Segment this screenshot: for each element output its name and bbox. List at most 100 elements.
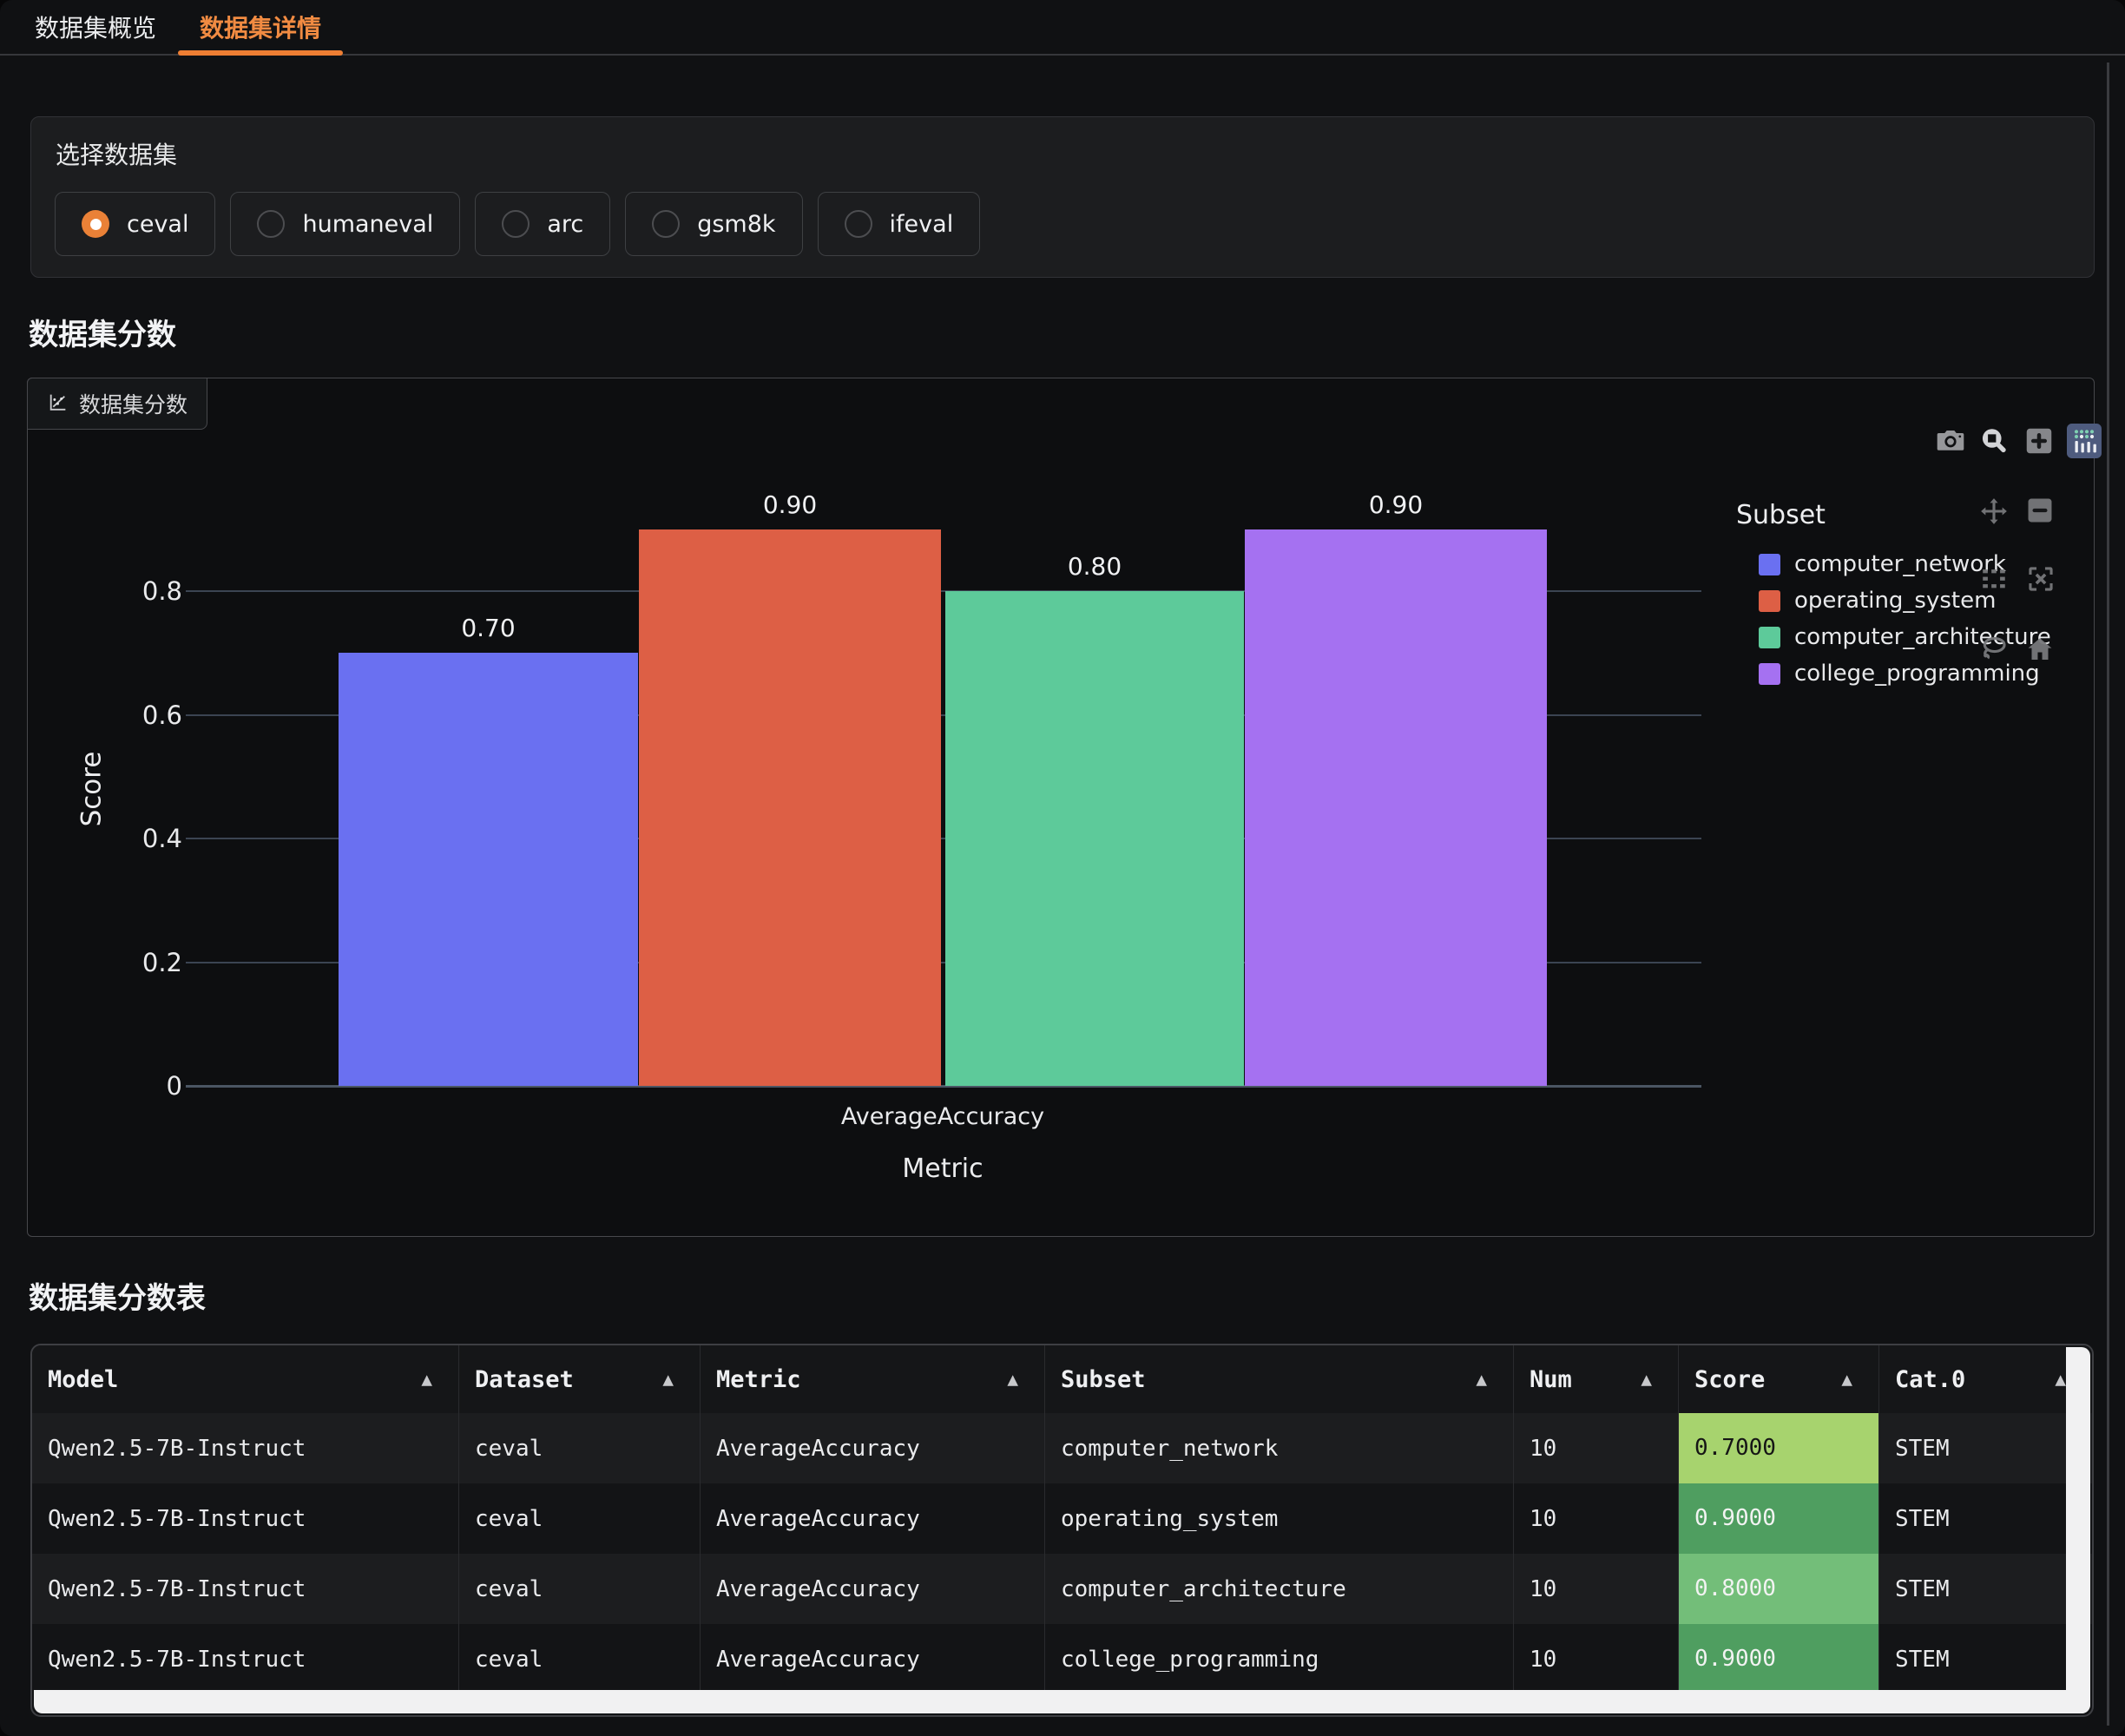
pan-icon[interactable]: [1979, 496, 2009, 526]
column-label: Dataset: [475, 1366, 574, 1393]
dataset-option-arc[interactable]: arc: [475, 192, 610, 256]
column-label: Metric: [716, 1366, 801, 1393]
table-row: Qwen2.5-7B-InstructcevalAverageAccuracyc…: [32, 1554, 2092, 1624]
column-label: Num: [1530, 1366, 1572, 1393]
tab-dataset-overview[interactable]: 数据集概览: [13, 0, 178, 54]
bar-computer_architecture: [945, 591, 1244, 1086]
cell-dataset: ceval: [459, 1554, 701, 1624]
dataframe-icon[interactable]: [2067, 424, 2102, 458]
cell-num: 10: [1514, 1413, 1679, 1483]
bar-college_programming: [1245, 529, 1547, 1086]
y-tick-label: 0.6: [80, 700, 182, 731]
cell-metric: AverageAccuracy: [701, 1483, 1045, 1554]
dataset-option-ceval[interactable]: ceval: [55, 192, 215, 256]
sort-header-score[interactable]: Score▲: [1679, 1345, 1879, 1413]
legend-swatch: [1759, 663, 1780, 685]
box-select-icon[interactable]: [1979, 563, 2009, 593]
bar-value-label: 0.90: [1300, 490, 1491, 519]
chart-widget-tab: 数据集分数: [27, 378, 207, 430]
app-window: 数据集概览数据集详情 选择数据集 cevalhumanevalarcgsm8ki…: [0, 0, 2125, 1736]
legend-swatch: [1759, 627, 1780, 648]
column-label: Cat.0: [1895, 1366, 1965, 1393]
cell-dataset: ceval: [459, 1413, 701, 1483]
sort-ascending-icon: ▲: [1476, 1369, 1487, 1390]
score-table: Model▲Dataset▲Metric▲Subset▲Num▲Score▲Ca…: [30, 1344, 2094, 1717]
radio-icon: [82, 210, 109, 238]
column-label: Model: [48, 1366, 118, 1393]
cell-model: Qwen2.5-7B-Instruct: [32, 1413, 459, 1483]
dataset-option-humaneval[interactable]: humaneval: [230, 192, 460, 256]
dataset-option-label: humaneval: [302, 211, 433, 238]
column-label: Score: [1694, 1366, 1765, 1393]
cell-num: 10: [1514, 1483, 1679, 1554]
cell-score: 0.8000: [1679, 1554, 1879, 1624]
cell-score: 0.9000: [1679, 1624, 1879, 1694]
legend-label: computer_architecture: [1794, 624, 2051, 650]
camera-icon[interactable]: [1935, 425, 1966, 457]
home-icon[interactable]: [2025, 635, 2055, 664]
dataset-option-label: gsm8k: [697, 211, 775, 238]
sort-ascending-icon: ▲: [1641, 1369, 1652, 1390]
scatter-chart-icon: [47, 391, 69, 417]
cell-subset: operating_system: [1045, 1483, 1514, 1554]
dataset-option-gsm8k[interactable]: gsm8k: [625, 192, 802, 256]
cell-score: 0.9000: [1679, 1483, 1879, 1554]
table-vertical-scrollbar[interactable]: [2066, 1347, 2090, 1713]
cell-metric: AverageAccuracy: [701, 1624, 1045, 1694]
column-label: Subset: [1061, 1366, 1146, 1393]
bar-value-label: 0.90: [694, 490, 885, 519]
zoom-out-icon[interactable]: [2025, 496, 2055, 525]
sort-header-num[interactable]: Num ▲: [1514, 1345, 1679, 1413]
cell-metric: AverageAccuracy: [701, 1554, 1045, 1624]
cell-cat0: STEM: [1879, 1413, 2092, 1483]
table-row: Qwen2.5-7B-InstructcevalAverageAccuracyc…: [32, 1413, 2092, 1483]
score-value: 0.9000: [1679, 1624, 1878, 1694]
sort-header-metric[interactable]: Metric▲: [701, 1345, 1045, 1413]
bar-value-label: 0.80: [999, 552, 1190, 581]
chart-widget-label: 数据集分数: [79, 388, 188, 419]
sort-header-model[interactable]: Model▲: [32, 1345, 459, 1413]
legend-swatch: [1759, 590, 1780, 612]
sort-header-cat0[interactable]: Cat.0▲: [1879, 1345, 2092, 1413]
legend-swatch: [1759, 554, 1780, 575]
cell-subset: computer_network: [1045, 1413, 1514, 1483]
table-row: Qwen2.5-7B-InstructcevalAverageAccuracyo…: [32, 1483, 2092, 1554]
dataset-option-label: arc: [547, 211, 583, 238]
score-value: 0.9000: [1679, 1483, 1878, 1554]
table-horizontal-scrollbar[interactable]: [34, 1690, 2090, 1713]
tab-dataset-details[interactable]: 数据集详情: [178, 0, 343, 54]
legend-label: operating_system: [1794, 588, 1996, 614]
zoom-icon[interactable]: [1978, 425, 2010, 457]
page-scrollbar[interactable]: [2107, 62, 2109, 1726]
legend-label: college_programming: [1794, 661, 2040, 687]
sort-ascending-icon: ▲: [662, 1369, 674, 1390]
dataset-options: ceval humaneval arc gsm8k ifeval: [55, 192, 980, 256]
table-header-row: Model▲Dataset▲Metric▲Subset▲Num▲Score▲Ca…: [32, 1345, 2092, 1413]
autoscale-icon[interactable]: [2026, 564, 2056, 594]
y-axis-title: Score: [76, 752, 107, 827]
bar-value-label: 0.70: [393, 614, 584, 642]
bar-operating_system: [639, 529, 941, 1086]
tab-bar: 数据集概览数据集详情: [0, 0, 2125, 56]
score-value: 0.8000: [1679, 1554, 1878, 1624]
radio-icon: [257, 210, 285, 238]
dataset-option-ifeval[interactable]: ifeval: [818, 192, 981, 256]
y-tick-label: 0.2: [80, 947, 182, 978]
cell-model: Qwen2.5-7B-Instruct: [32, 1483, 459, 1554]
sort-header-subset[interactable]: Subset ▲: [1045, 1345, 1514, 1413]
cell-cat0: STEM: [1879, 1554, 2092, 1624]
plus-icon[interactable]: [2023, 425, 2055, 457]
cell-score: 0.7000: [1679, 1413, 1879, 1483]
lasso-icon[interactable]: [1979, 635, 2009, 664]
sort-header-dataset[interactable]: Dataset ▲: [459, 1345, 701, 1413]
score-value: 0.7000: [1679, 1413, 1878, 1483]
table-section-title: 数据集分数表: [29, 1274, 206, 1317]
cell-subset: computer_architecture: [1045, 1554, 1514, 1624]
score-section-title: 数据集分数: [29, 311, 176, 353]
table-row: Qwen2.5-7B-InstructcevalAverageAccuracyc…: [32, 1624, 2092, 1694]
y-tick-label: 0.4: [80, 823, 182, 854]
dataset-selector-panel: 选择数据集 cevalhumanevalarcgsm8kifeval: [30, 116, 2095, 278]
cell-dataset: ceval: [459, 1483, 701, 1554]
x-axis-title: Metric: [665, 1154, 1220, 1184]
legend-label: computer_network: [1794, 551, 2006, 577]
